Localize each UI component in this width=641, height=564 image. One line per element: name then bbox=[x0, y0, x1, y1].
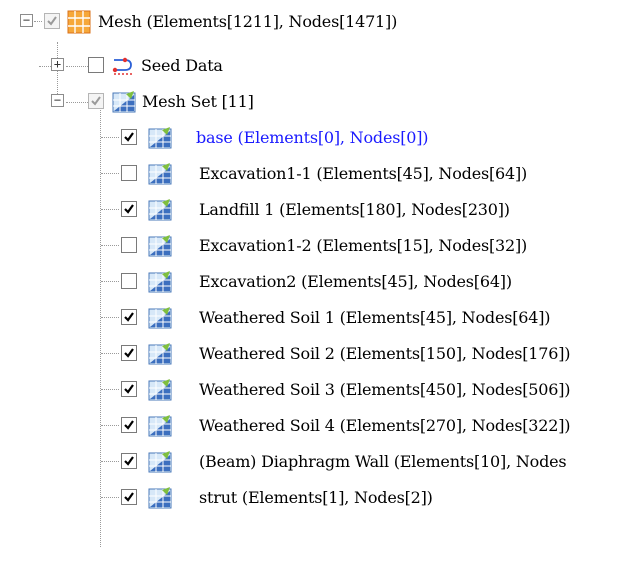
item-checkbox[interactable] bbox=[121, 165, 137, 181]
check-icon bbox=[124, 456, 134, 466]
mesh-icon bbox=[148, 487, 172, 509]
mesh-set-item[interactable]: Weathered Soil 4 (Elements[270], Nodes[3… bbox=[0, 408, 641, 444]
item-checkbox[interactable] bbox=[121, 309, 137, 325]
seed-data-checkbox[interactable] bbox=[88, 57, 104, 73]
tree-connector bbox=[101, 353, 119, 354]
tree-connector bbox=[101, 389, 119, 390]
item-label: Weathered Soil 3 (Elements[450], Nodes[5… bbox=[199, 380, 571, 399]
mesh-set-item[interactable]: base (Elements[0], Nodes[0]) bbox=[0, 120, 641, 156]
item-label: Weathered Soil 1 (Elements[45], Nodes[64… bbox=[199, 308, 551, 327]
check-icon bbox=[124, 420, 134, 430]
collapse-toggle[interactable]: − bbox=[20, 14, 33, 27]
mesh-icon bbox=[148, 199, 172, 221]
mesh-set-item[interactable]: Weathered Soil 2 (Elements[150], Nodes[1… bbox=[0, 336, 641, 372]
mesh-set-item[interactable]: Excavation1-1 (Elements[45], Nodes[64]) bbox=[0, 156, 641, 192]
mesh-set-item[interactable]: (Beam) Diaphragm Wall (Elements[10], Nod… bbox=[0, 444, 641, 480]
mesh-set-icon bbox=[112, 91, 136, 113]
tree-node-mesh[interactable]: − Mesh (Elements[1211], Nodes[1471]) bbox=[0, 4, 641, 40]
item-checkbox[interactable] bbox=[121, 417, 137, 433]
tree-connector bbox=[101, 245, 119, 246]
tree-node-seed-data[interactable]: + Seed Data bbox=[0, 48, 641, 84]
expand-toggle[interactable]: + bbox=[51, 58, 64, 71]
mesh-icon bbox=[148, 451, 172, 473]
item-label: strut (Elements[1], Nodes[2]) bbox=[199, 488, 433, 507]
check-icon bbox=[47, 16, 57, 26]
collapse-toggle[interactable]: − bbox=[51, 94, 64, 107]
tree-connector bbox=[101, 209, 119, 210]
item-checkbox[interactable] bbox=[121, 129, 137, 145]
mesh-set-item[interactable]: Excavation1-2 (Elements[15], Nodes[32]) bbox=[0, 228, 641, 264]
item-checkbox[interactable] bbox=[121, 345, 137, 361]
item-label: Weathered Soil 2 (Elements[150], Nodes[1… bbox=[199, 344, 571, 363]
item-label: Excavation1-2 (Elements[15], Nodes[32]) bbox=[199, 236, 528, 255]
tree-connector bbox=[101, 281, 119, 282]
mesh-icon bbox=[148, 307, 172, 329]
item-checkbox[interactable] bbox=[121, 201, 137, 217]
item-label: Excavation2 (Elements[45], Nodes[64]) bbox=[199, 272, 512, 291]
mesh-grid-icon bbox=[67, 10, 91, 34]
check-icon bbox=[124, 384, 134, 394]
tree-connector bbox=[101, 461, 119, 462]
item-checkbox[interactable] bbox=[121, 237, 137, 253]
mesh-set-item[interactable]: strut (Elements[1], Nodes[2]) bbox=[0, 480, 641, 516]
check-icon bbox=[124, 312, 134, 322]
check-icon bbox=[124, 132, 134, 142]
mesh-set-item[interactable]: Landfill 1 (Elements[180], Nodes[230]) bbox=[0, 192, 641, 228]
tree-connector bbox=[101, 317, 119, 318]
mesh-tree: − Mesh (Elements[1211], Nodes[1471]) + S… bbox=[0, 0, 641, 564]
mesh-set-item[interactable]: Weathered Soil 1 (Elements[45], Nodes[64… bbox=[0, 300, 641, 336]
mesh-icon bbox=[148, 235, 172, 257]
mesh-icon bbox=[148, 163, 172, 185]
seed-data-icon bbox=[112, 57, 132, 75]
seed-data-label: Seed Data bbox=[141, 56, 223, 75]
mesh-icon bbox=[148, 415, 172, 437]
item-label: Landfill 1 (Elements[180], Nodes[230]) bbox=[199, 200, 510, 219]
item-label: Weathered Soil 4 (Elements[270], Nodes[3… bbox=[199, 416, 571, 435]
item-checkbox[interactable] bbox=[121, 381, 137, 397]
mesh-icon bbox=[148, 127, 172, 149]
mesh-label: Mesh (Elements[1211], Nodes[1471]) bbox=[98, 12, 398, 31]
mesh-icon bbox=[148, 379, 172, 401]
mesh-set-item[interactable]: Excavation2 (Elements[45], Nodes[64]) bbox=[0, 264, 641, 300]
tree-connector bbox=[101, 425, 119, 426]
mesh-set-label: Mesh Set [11] bbox=[142, 92, 254, 111]
tree-connector bbox=[101, 173, 119, 174]
mesh-set-item[interactable]: Weathered Soil 3 (Elements[450], Nodes[5… bbox=[0, 372, 641, 408]
tree-connector bbox=[101, 497, 119, 498]
check-icon bbox=[124, 204, 134, 214]
item-label: base (Elements[0], Nodes[0]) bbox=[196, 128, 429, 147]
check-icon bbox=[124, 492, 134, 502]
tree-connector bbox=[34, 21, 42, 22]
tree-node-mesh-set[interactable]: − Mesh Set [11] bbox=[0, 84, 641, 120]
mesh-set-checkbox[interactable] bbox=[88, 93, 104, 109]
item-checkbox[interactable] bbox=[121, 273, 137, 289]
item-label: Excavation1-1 (Elements[45], Nodes[64]) bbox=[199, 164, 528, 183]
mesh-icon bbox=[148, 343, 172, 365]
check-icon bbox=[91, 96, 101, 106]
tree-connector bbox=[101, 137, 119, 138]
item-checkbox[interactable] bbox=[121, 489, 137, 505]
check-icon bbox=[124, 348, 134, 358]
item-checkbox[interactable] bbox=[121, 453, 137, 469]
item-label: (Beam) Diaphragm Wall (Elements[10], Nod… bbox=[199, 452, 567, 471]
mesh-checkbox[interactable] bbox=[44, 13, 60, 29]
mesh-icon bbox=[148, 271, 172, 293]
